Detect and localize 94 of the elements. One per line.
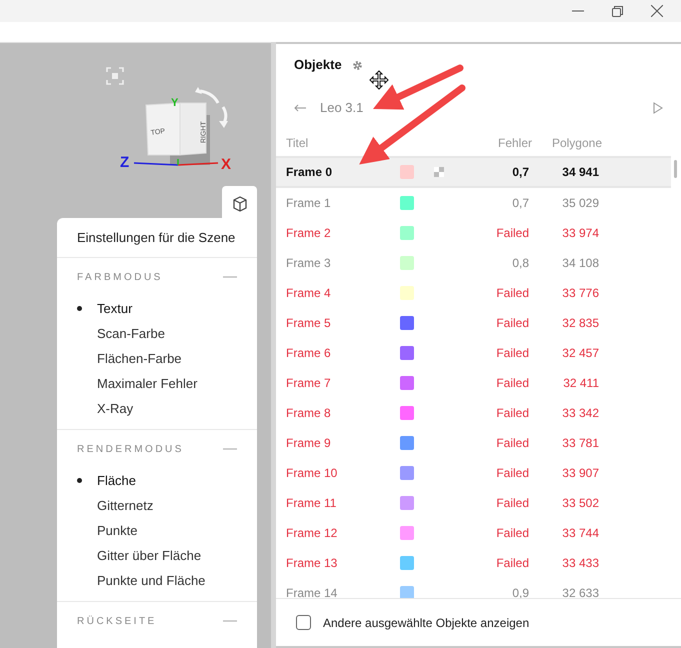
table-cell-text: Frame 5 [286, 315, 332, 332]
menu-title: Einstellungen für die Szene [77, 228, 236, 247]
table-cell-text: Frame 1 [286, 195, 332, 212]
table-cell-text: 32 411 [562, 375, 599, 392]
table-row[interactable]: Frame 0 0,7 34 941 [276, 158, 671, 188]
checker-icon[interactable] [434, 167, 444, 177]
table-cell-text: Failed [495, 375, 529, 392]
play-icon[interactable] [653, 102, 663, 114]
table-row[interactable]: Frame 10 Failed 33 907 [276, 458, 671, 488]
table-cell-text: 33 776 [561, 285, 599, 302]
table-cell-text: Frame 4 [286, 285, 332, 302]
table-row[interactable]: Frame 1 0,7 35 029 [276, 188, 671, 218]
settings-icon[interactable] [352, 60, 363, 70]
table-cell-text: Frame 11 [286, 495, 338, 512]
table-row[interactable]: Frame 2 Failed 33 974 [276, 218, 671, 248]
table-cell-text: 0,7 [511, 195, 529, 212]
table-cell-text: 34 108 [561, 255, 599, 272]
checkbox-label[interactable]: Andere ausgewählte Objekte anzeigen [323, 614, 530, 632]
menu-item[interactable]: Gitternetz [77, 496, 154, 516]
scrollbar-thumb[interactable] [674, 160, 677, 178]
axis-label: Z [120, 155, 130, 170]
breadcrumb[interactable]: Leo 3.1 [320, 98, 653, 118]
section-title: RENDERMODUS [77, 442, 184, 456]
menu-item[interactable]: X-Ray [77, 398, 134, 418]
table-row[interactable]: Frame 3 0,8 34 108 [276, 248, 671, 278]
table-cell-text: Failed [495, 435, 529, 452]
menu-item[interactable]: Punkte [77, 520, 138, 540]
menu-item[interactable]: Fläche [77, 470, 136, 490]
table-cell-text: Failed [495, 225, 529, 242]
table-row[interactable]: Frame 8 Failed 33 342 [276, 398, 671, 428]
table-cell-text: 33 502 [561, 495, 599, 512]
close-icon[interactable] [651, 5, 663, 17]
fit-view-icon[interactable] [106, 67, 124, 85]
table-cell-text: Frame 0 [286, 164, 334, 181]
table-cell-text: 33 974 [561, 225, 599, 242]
table-cell-text: Failed [495, 405, 529, 422]
axis-label: X [221, 157, 232, 172]
table-cell-text: Frame 2 [286, 225, 332, 242]
table-cell-text: 0,7 [511, 164, 529, 181]
table-cell-text: Frame 10 [286, 465, 338, 482]
section-title: FARBMODUS [77, 270, 163, 284]
table-cell-text: Frame 3 [286, 255, 332, 272]
table-cell-text: Failed [495, 315, 529, 332]
table-row[interactable]: Frame 13 Failed 33 433 [276, 548, 671, 578]
table-row[interactable]: Frame 6 Failed 32 457 [276, 338, 671, 368]
table-row[interactable]: Frame 9 Failed 33 781 [276, 428, 671, 458]
table-cell-text: Frame 9 [286, 435, 332, 452]
menu-item[interactable]: Flächen-Farbe [77, 348, 182, 368]
table-cell-text: 32 633 [561, 585, 599, 598]
table-cell-text: Failed [495, 525, 529, 542]
restore-icon[interactable] [612, 6, 623, 16]
table-cell-text: 33 342 [561, 405, 599, 422]
table-row[interactable]: Frame 7 Failed 32 411 [276, 368, 671, 398]
axis-label: Y [171, 98, 178, 109]
section-title: RÜCKSEITE [77, 614, 157, 628]
table-cell-text: 33 433 [561, 555, 599, 572]
menu-item[interactable]: Maximaler Fehler [77, 374, 198, 394]
table-row[interactable]: Frame 4 Failed 33 776 [276, 278, 671, 308]
panel-title: Objekte [294, 56, 342, 74]
table-cell-text: 33 781 [561, 435, 599, 452]
table-cell-text: Failed [495, 285, 529, 302]
minimize-icon[interactable] [572, 10, 584, 12]
column-header: Fehler [496, 135, 532, 152]
table-cell-text: Failed [495, 465, 529, 482]
table-cell-text: Failed [495, 345, 529, 362]
table-cell-text: 32 457 [561, 345, 599, 362]
table-cell-text: Failed [495, 495, 529, 512]
table-cell-text: Frame 13 [286, 555, 338, 572]
column-header: Polygone [550, 135, 602, 152]
table-cell-text: 32 835 [561, 315, 599, 332]
table-cell-text: 33 744 [561, 525, 599, 542]
table-cell-text: Frame 12 [286, 525, 338, 542]
table-cell-text: Frame 7 [286, 375, 332, 392]
table-row[interactable]: Frame 11 Failed 33 502 [276, 488, 671, 518]
table-cell-text: Frame 8 [286, 405, 332, 422]
table-cell-text: Failed [495, 555, 529, 572]
move-cursor-icon [369, 70, 389, 90]
menu-item[interactable]: Gitter über Fläche [77, 546, 202, 566]
table-cell-text: 0,8 [511, 255, 529, 272]
table-cell-text: Frame 14 [286, 585, 338, 598]
back-arrow-icon[interactable] [294, 104, 306, 112]
table-cell-text: 34 941 [561, 164, 599, 181]
table-row[interactable]: Frame 5 Failed 32 835 [276, 308, 671, 338]
checkbox[interactable] [296, 615, 311, 630]
menu-item[interactable]: Scan-Farbe [77, 324, 165, 344]
column-header: Titel [286, 135, 310, 152]
table-cell-text: 35 029 [561, 195, 599, 212]
menu-item[interactable]: Punkte und Fläche [77, 570, 206, 590]
table-cell-text: Frame 6 [286, 345, 332, 362]
view-mode-button[interactable] [222, 186, 257, 221]
cube-icon [232, 196, 248, 212]
table-cell-text: 33 907 [561, 465, 599, 482]
table-row[interactable]: Frame 12 Failed 33 744 [276, 518, 671, 548]
menu-item[interactable]: Textur [77, 298, 132, 318]
